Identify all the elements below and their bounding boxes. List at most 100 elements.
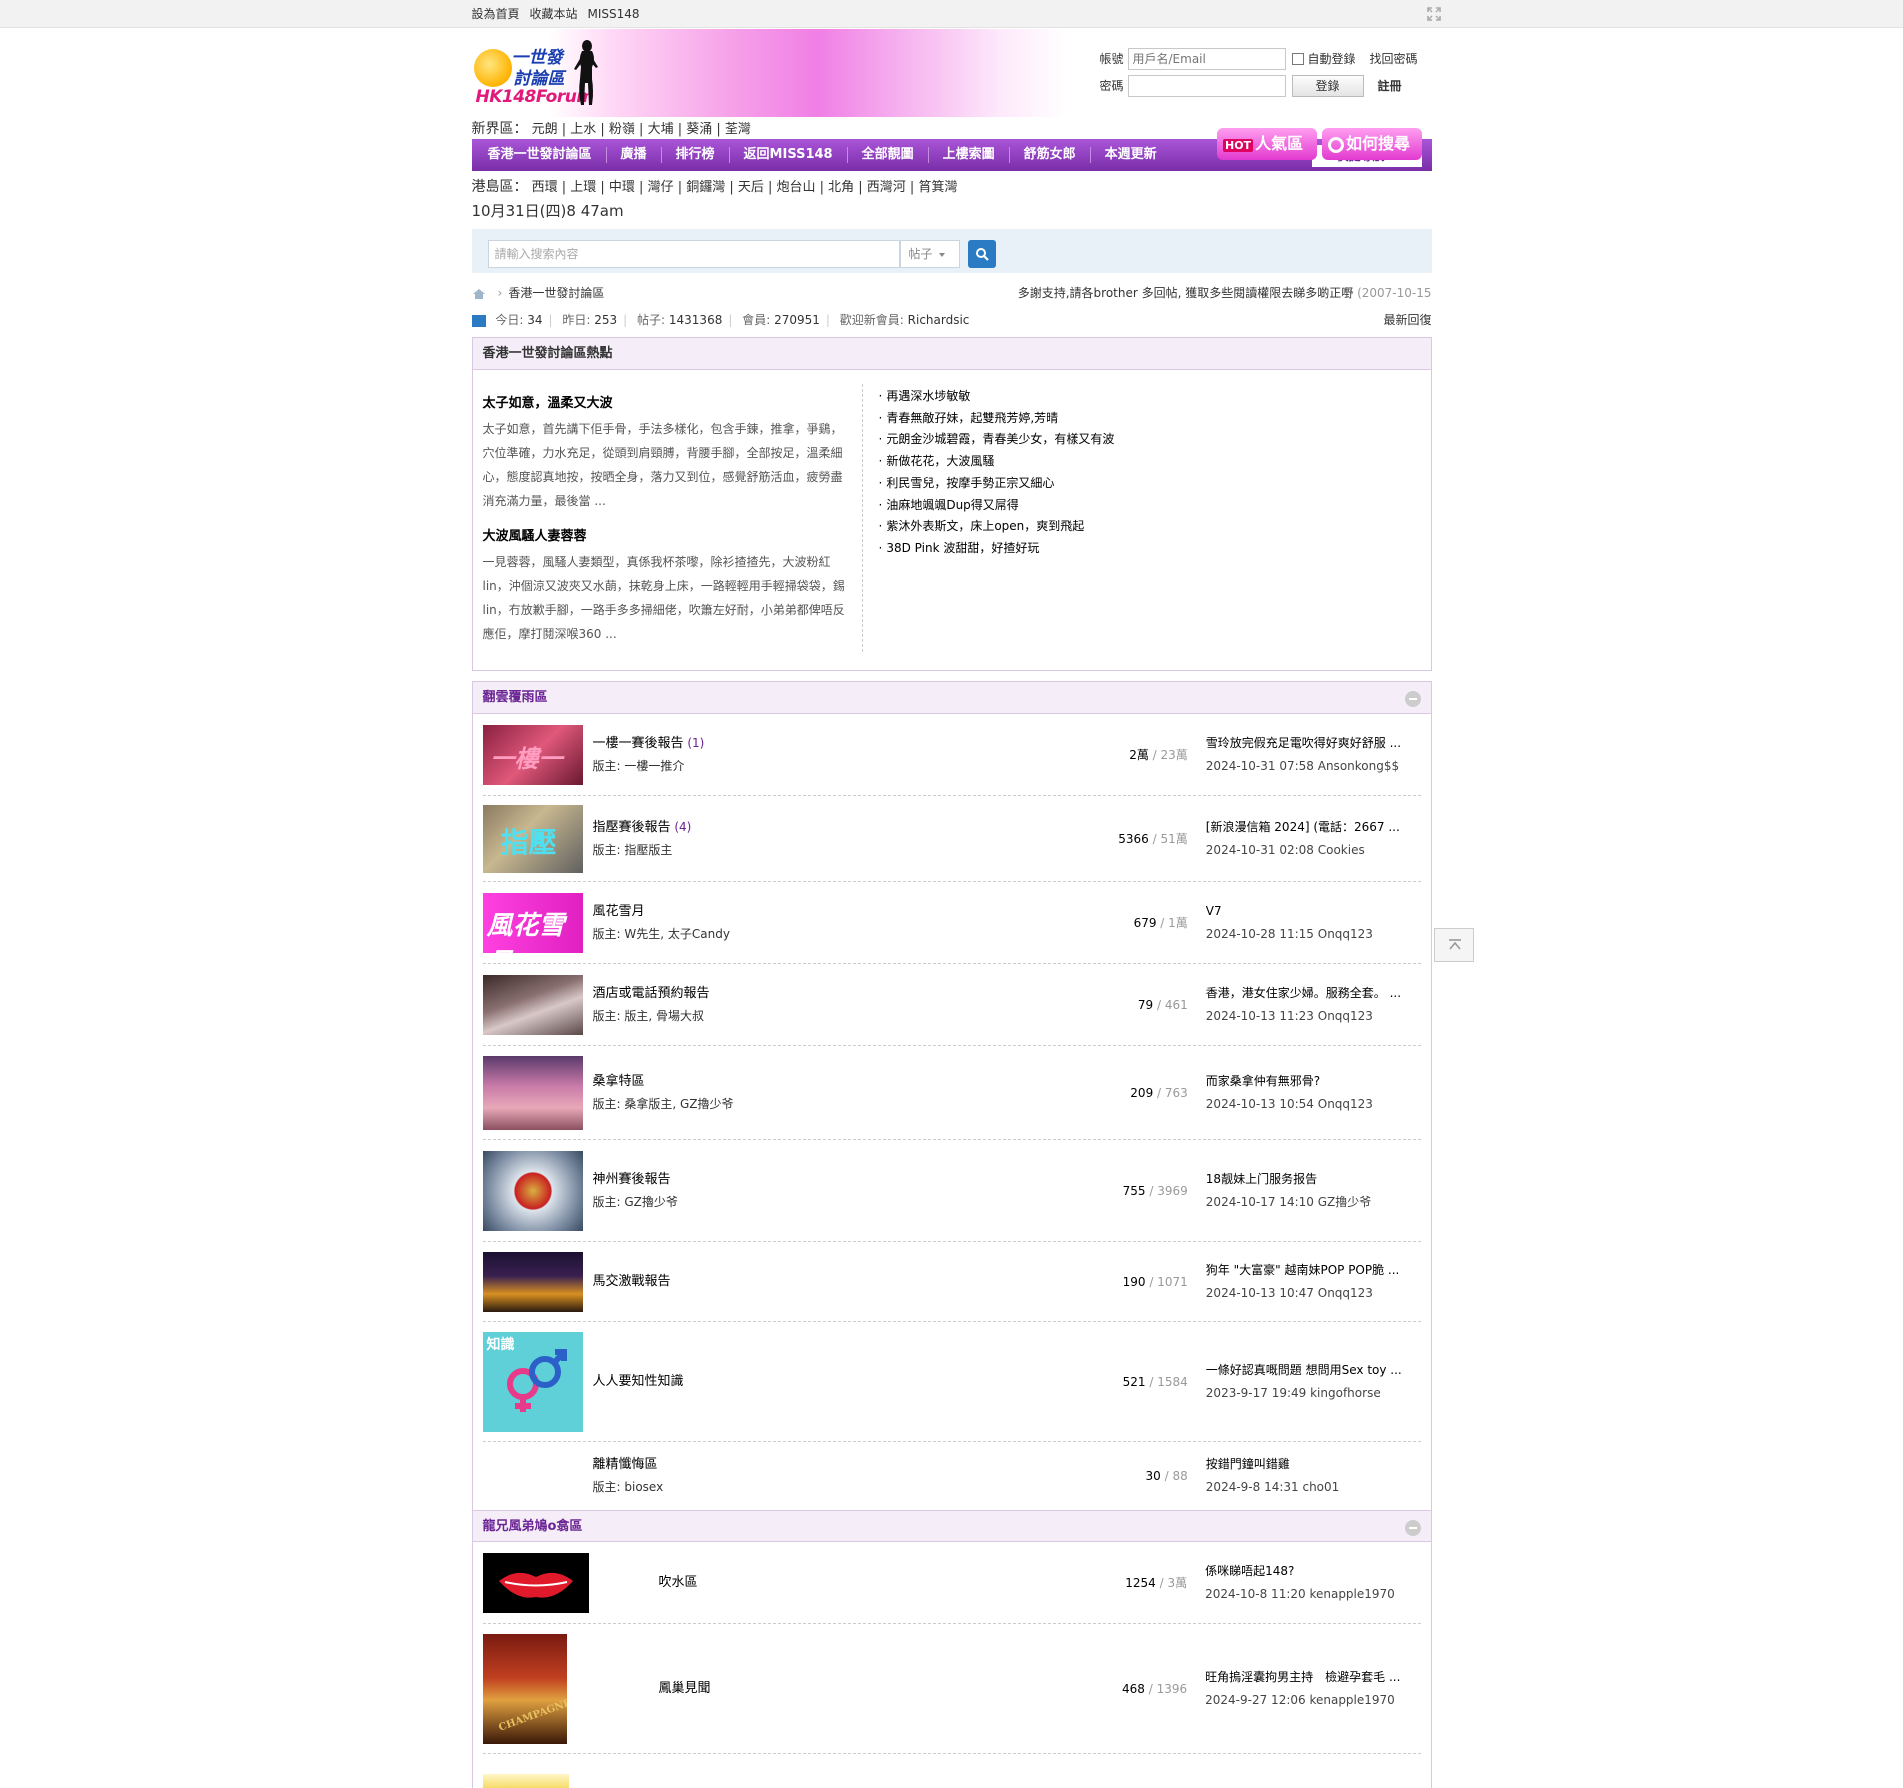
breadcrumb-current[interactable]: 香港一世發討論區 (508, 286, 604, 300)
login-button[interactable]: 登錄 (1291, 74, 1364, 97)
forum-thumbnail[interactable] (482, 1552, 589, 1613)
password-input[interactable] (1127, 74, 1286, 97)
collapse-icon[interactable] (1404, 1520, 1421, 1536)
section-heading[interactable]: 翻雲覆雨區 (472, 682, 1431, 714)
forum-row: CHAMPAGNE 鳳巢見聞 468 / 1396 旺角摀淫囊拘男主持 檢避孕套… (482, 1624, 1421, 1754)
forum-stats: 今日: 34 | 昨日: 253 | 帖子: 1431368 | 會員: 270951… (471, 307, 1432, 333)
section-heading[interactable]: 龍兄風弟鳩o翕區 (472, 1510, 1431, 1542)
last-post-title[interactable]: 狗年 "大富豪" 越南妹POP POP脆 ... (1206, 1259, 1421, 1282)
forgot-password-link[interactable]: 找回密碼 (1370, 50, 1418, 67)
forum-row: 一樓一 一樓一賽後報告 (1) 版主: 一樓一推介 2萬 / 23萬 雪玲放完假… (482, 714, 1421, 796)
home-icon[interactable] (472, 288, 486, 300)
bookmark-link[interactable]: 收藏本站 (530, 7, 578, 21)
last-post-title[interactable]: 而家桑拿仲有無邪骨? (1206, 1070, 1421, 1093)
moderators[interactable]: 桑拿版主, GZ擼少爷 (624, 1097, 733, 1111)
last-post-title[interactable]: 一條好認真嘅問題 想問用Sex toy ... (1206, 1359, 1421, 1382)
account-label: 帳號 (1099, 52, 1124, 66)
hot-link[interactable]: 再遇深水埗敏敏 (879, 386, 1115, 408)
latest-replies-link[interactable]: 最新回復 (1383, 307, 1431, 333)
region-areas[interactable]: 元朗 | 上水 | 粉嶺 | 大埔 | 葵涌 | 荃灣 (532, 122, 751, 137)
expand-icon[interactable] (1426, 6, 1442, 22)
forum-thumbnail[interactable]: CHAMPAGNE (482, 1633, 567, 1744)
forum-name[interactable]: 一樓一賽後報告 (593, 736, 684, 751)
forum-name[interactable]: 吹水區 (659, 1575, 698, 1590)
search-input[interactable]: 請輸入搜索內容 (487, 240, 900, 268)
post-count: 1396 (1156, 1681, 1188, 1696)
forum-thumbnail[interactable] (482, 1055, 583, 1130)
forum-thumbnail[interactable] (482, 974, 583, 1035)
account-input[interactable] (1127, 47, 1286, 70)
search-icon (975, 248, 989, 261)
last-post-title[interactable]: V7 (1206, 900, 1421, 923)
last-post-title[interactable]: 係咪睇唔起148? (1205, 1560, 1420, 1583)
hot-link[interactable]: 油麻地颯颯Dup得又屌得 (879, 495, 1115, 517)
search-button[interactable] (967, 240, 996, 268)
moderator-label: 版主: (592, 1008, 621, 1023)
forum-thumbnail[interactable]: 知識 (482, 1331, 583, 1432)
region-areas[interactable]: 西環 | 上環 | 中環 | 灣仔 | 銅鑼灣 | 天后 | 炮台山 | 北角 … (532, 180, 958, 195)
back-to-top-button[interactable] (1434, 928, 1474, 962)
nav-item-forum-home[interactable]: 香港一世發討論區 (474, 147, 607, 163)
register-link[interactable]: 註冊 (1378, 77, 1402, 94)
hot-link[interactable]: 元朗金沙城碧霞，青春美少女，有樣又有波 (879, 429, 1114, 451)
nav-item-massage-girls[interactable]: 舒筋女郎 (1010, 147, 1091, 163)
last-post-title[interactable]: 18靓妹上门服务报告 (1206, 1168, 1421, 1191)
hot-link[interactable]: 青春無敵孖妹，起雙飛芳婷,芳晴 (879, 408, 1115, 430)
miss148-link[interactable]: MISS148 (588, 7, 640, 21)
hot-link[interactable]: 利民雪兒，按摩手勢正宗又細心 (879, 473, 1115, 495)
last-post-title[interactable]: 旺角摀淫囊拘男主持 檢避孕套毛 ... (1205, 1666, 1420, 1689)
forum-thumbnail[interactable] (482, 1251, 583, 1312)
nav-item-weekly-update[interactable]: 本週更新 (1091, 147, 1171, 163)
hot-link[interactable]: 新做花花，大波風騷 (879, 451, 1115, 473)
last-post-title[interactable]: 香港，港女住家少婦。服務全套。 ... (1206, 982, 1421, 1005)
collapse-icon[interactable] (1404, 691, 1421, 707)
nav-item-all-images[interactable]: 全部靚圖 (848, 147, 929, 163)
forum-name[interactable]: 人人要知性知識 (593, 1374, 684, 1389)
forum-name[interactable]: 神州賽後報告 (593, 1172, 671, 1187)
last-post-title[interactable]: [新浪漫信箱 2024] (電話：2667 ... (1206, 816, 1421, 839)
moderators[interactable]: W先生, 太子Candy (624, 927, 730, 941)
popular-zone-button[interactable]: HOT 人氣區 (1217, 128, 1317, 160)
nav-item-image-request[interactable]: 上樓索圖 (929, 147, 1010, 163)
nav-item-broadcast[interactable]: 廣播 (607, 147, 662, 163)
moderators[interactable]: GZ擼少爷 (624, 1195, 678, 1209)
moderators[interactable]: biosex (624, 1480, 663, 1494)
hot-link[interactable]: 38D Pink 波甜甜，好揸好玩 (879, 538, 1115, 560)
forum-new-count: (4) (674, 819, 692, 834)
forum-name[interactable]: 酒店或電話預約報告 (593, 986, 710, 1001)
last-post-title[interactable]: 雪玲放完假充足電吹得好爽好舒服 ... (1206, 732, 1421, 755)
moderators[interactable]: 一樓一推介 (624, 759, 684, 773)
last-post-title[interactable]: 按錯門鐘叫錯雞 (1206, 1453, 1421, 1476)
forum-counts: 5366 / 51萬 (1118, 832, 1188, 846)
forum-name[interactable]: 指壓賽後報告 (593, 820, 671, 835)
forum-thumbnail[interactable]: 指壓 (482, 804, 583, 873)
thread-count: 79 (1137, 997, 1154, 1012)
hot-article-title[interactable]: 太子如意，溫柔又大波 (483, 392, 848, 411)
site-notice[interactable]: 多謝支持,請各brother 多回帖, 獲取多些閱讀權限去睇多啲正嘢 (2007… (1018, 279, 1432, 307)
forum-thumbnail[interactable]: 一樓一 (482, 724, 583, 785)
forum-name[interactable]: 離精懺悔區 (593, 1457, 658, 1472)
forum-name[interactable]: 鳳巢見聞 (659, 1681, 711, 1696)
thread-count: 30 (1145, 1469, 1161, 1483)
moderators[interactable]: 版主, 骨場大叔 (624, 1009, 704, 1023)
moderators[interactable]: 指壓版主 (624, 843, 672, 857)
auto-login-checkbox[interactable] (1291, 52, 1304, 65)
forum-thumbnail-text: 風花雪月 (486, 910, 565, 953)
how-to-search-button[interactable]: 如何搜尋 (1322, 128, 1422, 160)
hot-article-title[interactable]: 大波風騷人妻蓉蓉 (483, 525, 848, 544)
forum-name[interactable]: 風花雪月 (593, 904, 645, 919)
newest-member-link[interactable]: Richardsic (908, 313, 970, 327)
forum-row: 風花雪月 風花雪月 版主: W先生, 太子Candy 679 / 1萬 V7 2… (482, 882, 1421, 964)
members-count: 270951 (774, 313, 820, 327)
site-logo[interactable]: 一世發 討論區 HK148Forum (472, 37, 602, 109)
hot-link[interactable]: 紫沐外表斯文，床上open，爽到飛起 (879, 516, 1115, 538)
forum-name[interactable]: 桑拿特區 (593, 1074, 645, 1089)
nav-item-ranking[interactable]: 排行榜 (662, 147, 730, 163)
search-type-select[interactable]: 帖子 (899, 240, 960, 268)
forum-name[interactable]: 馬交激戰報告 (593, 1274, 671, 1289)
nav-item-back-miss148[interactable]: 返回MISS148 (730, 147, 848, 163)
forum-thumbnail[interactable] (482, 1774, 569, 1788)
forum-thumbnail[interactable] (482, 1150, 583, 1231)
set-homepage-link[interactable]: 設為首頁 (472, 7, 520, 21)
forum-thumbnail[interactable]: 風花雪月 (482, 892, 583, 953)
